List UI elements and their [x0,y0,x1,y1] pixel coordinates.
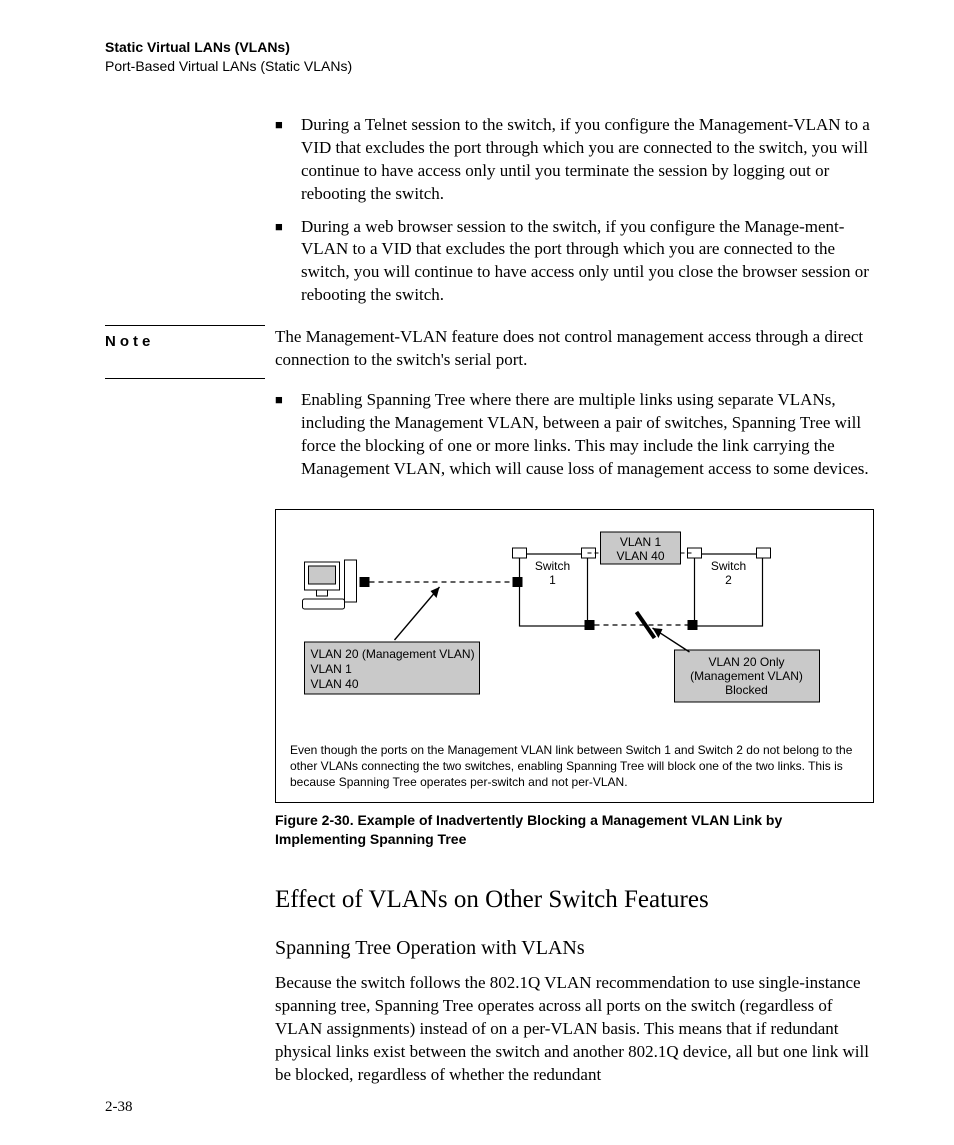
figure-body-note: Even though the ports on the Management … [290,742,859,791]
header-subtitle: Port-Based Virtual LANs (Static VLANs) [105,57,874,76]
bullet-list-top: During a Telnet session to the switch, i… [275,114,874,308]
section-heading-2: Spanning Tree Operation with VLANs [275,935,874,962]
port-icon [513,548,527,558]
figure-box: Switch 1 Switch 2 VLAN 1 VLAN 40 [275,509,874,804]
body-paragraph: Because the switch follows the 802.1Q VL… [275,972,874,1087]
figure-caption: Figure 2-30. Example of Inadvertently Bl… [275,811,874,849]
note-body: The Management-VLAN feature does not con… [275,326,874,372]
port-icon [513,577,523,587]
top-link-line2: VLAN 40 [616,549,664,563]
note-block: Note The Management-VLAN feature does no… [105,325,874,379]
header-title: Static Virtual LANs (VLANs) [105,38,874,57]
right-callout-l3: Blocked [725,683,768,697]
switch1-label-2: 1 [549,573,556,587]
left-callout-l3: VLAN 40 [311,677,359,691]
list-item: Enabling Spanning Tree where there are m… [275,389,874,481]
section-heading-1: Effect of VLANs on Other Switch Features [275,883,874,917]
switch2-label-1: Switch [711,559,746,573]
list-item: During a web browser session to the swit… [275,216,874,308]
switch1-label-1: Switch [535,559,570,573]
figure-caption-text: Figure 2-30. Example of Inadvertently Bl… [275,812,782,847]
arrow-line [395,587,440,640]
monitor-screen-icon [309,566,336,584]
note-rule-bottom [105,378,265,379]
bullet-list-mid: Enabling Spanning Tree where there are m… [275,389,874,481]
switch2-label-2: 2 [725,573,732,587]
note-label: Note [105,326,275,352]
left-callout-l1: VLAN 20 (Management VLAN) [311,647,475,661]
port-icon [688,620,698,630]
page-header: Static Virtual LANs (VLANs) Port-Based V… [105,38,874,76]
right-callout-l2: (Management VLAN) [690,669,803,683]
monitor-stand-icon [317,590,328,596]
port-icon [360,577,370,587]
top-link-line1: VLAN 1 [620,535,662,549]
page-number: 2-38 [105,1097,133,1117]
diagram-svg: Switch 1 Switch 2 VLAN 1 VLAN 40 [290,522,859,732]
port-icon [585,620,595,630]
right-callout-l1: VLAN 20 Only [708,655,784,669]
left-callout-l2: VLAN 1 [311,662,353,676]
list-item: During a Telnet session to the switch, i… [275,114,874,206]
keyboard-icon [303,599,345,609]
port-icon [757,548,771,558]
tower-icon [345,560,357,602]
